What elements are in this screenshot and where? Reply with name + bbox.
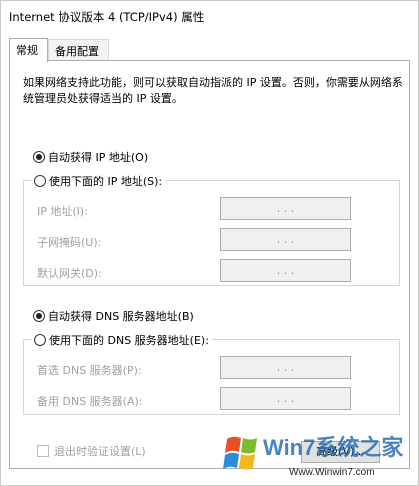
window-title: Internet 协议版本 4 (TCP/IPv4) 属性 bbox=[9, 10, 205, 24]
dns-auto-radio[interactable] bbox=[33, 310, 45, 322]
subnet-mask-value: . . . bbox=[276, 233, 295, 246]
ip-auto-radio[interactable] bbox=[33, 151, 45, 163]
ip-address-field[interactable]: . . . bbox=[220, 197, 351, 220]
alternate-dns-label: 备用 DNS 服务器(A): bbox=[37, 395, 143, 408]
ip-manual-label: 使用下面的 IP 地址(S): bbox=[49, 175, 163, 188]
validate-on-exit-option[interactable]: 退出时验证设置(L) bbox=[37, 443, 146, 459]
validate-on-exit-checkbox[interactable] bbox=[37, 445, 49, 457]
dns-manual-label: 使用下面的 DNS 服务器地址(E): bbox=[49, 334, 209, 347]
alternate-dns-field[interactable]: . . . bbox=[220, 387, 351, 410]
ip-manual-group: 使用下面的 IP 地址(S): IP 地址(I): . . . 子网掩码(U):… bbox=[23, 173, 400, 286]
preferred-dns-value: . . . bbox=[276, 361, 295, 374]
ip-address-label: IP 地址(I): bbox=[37, 205, 88, 218]
ip-auto-label: 自动获得 IP 地址(O) bbox=[48, 151, 149, 164]
validate-on-exit-label: 退出时验证设置(L) bbox=[54, 445, 146, 458]
description-text: 如果网络支持此功能，则可以获取自动指派的 IP 设置。否则，你需要从网络系统管理… bbox=[23, 76, 403, 105]
default-gateway-label: 默认网关(D): bbox=[37, 267, 102, 280]
ip-auto-option[interactable]: 自动获得 IP 地址(O) bbox=[33, 149, 148, 165]
title-bar: Internet 协议版本 4 (TCP/IPv4) 属性 bbox=[1, 1, 418, 31]
dns-auto-label: 自动获得 DNS 服务器地址(B) bbox=[48, 310, 194, 323]
dns-auto-option[interactable]: 自动获得 DNS 服务器地址(B) bbox=[33, 308, 194, 324]
preferred-dns-field[interactable]: . . . bbox=[220, 356, 351, 379]
default-gateway-value: . . . bbox=[276, 264, 295, 277]
tab-alternate-configuration[interactable]: 备用配置 bbox=[48, 39, 109, 61]
ip-manual-option[interactable]: 使用下面的 IP 地址(S): bbox=[31, 173, 166, 189]
alternate-dns-value: . . . bbox=[276, 392, 295, 405]
subnet-mask-field[interactable]: . . . bbox=[220, 228, 351, 251]
subnet-mask-label: 子网掩码(U): bbox=[37, 236, 102, 249]
tab-panel-general: 如果网络支持此功能，则可以获取自动指派的 IP 设置。否则，你需要从网络系统管理… bbox=[9, 60, 410, 469]
default-gateway-field[interactable]: . . . bbox=[220, 259, 351, 282]
tab-general[interactable]: 常规 bbox=[9, 38, 48, 62]
dns-manual-option[interactable]: 使用下面的 DNS 服务器地址(E): bbox=[31, 332, 212, 348]
ip-address-value: . . . bbox=[276, 202, 295, 215]
ip-manual-radio[interactable] bbox=[34, 175, 46, 187]
dns-manual-group: 使用下面的 DNS 服务器地址(E): 首选 DNS 服务器(P): . . .… bbox=[23, 332, 400, 415]
ipv4-properties-dialog: Internet 协议版本 4 (TCP/IPv4) 属性 常规 备用配置 如果… bbox=[0, 0, 419, 486]
dns-manual-radio[interactable] bbox=[34, 334, 46, 346]
preferred-dns-label: 首选 DNS 服务器(P): bbox=[37, 364, 142, 377]
advanced-button[interactable]: 高级(V)... bbox=[301, 441, 380, 463]
